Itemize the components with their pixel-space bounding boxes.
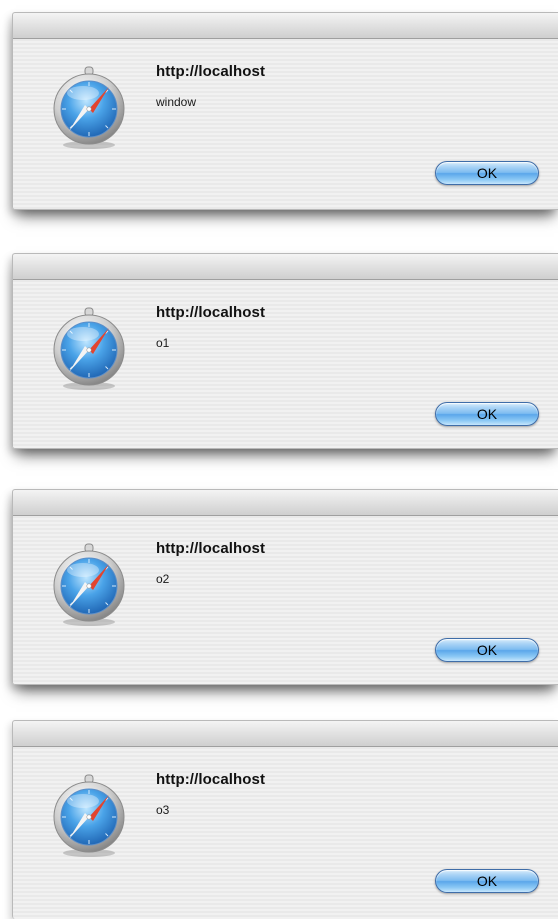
- safari-compass-icon: [53, 307, 125, 390]
- dialog-title: http://localhost: [156, 304, 266, 321]
- alert-dialog-o3: http://localhost o3 OK: [12, 720, 558, 919]
- dialog-message: o1: [156, 336, 170, 350]
- dialog-titlebar: [13, 254, 558, 280]
- dialog-titlebar: [13, 13, 558, 39]
- dialog-title: http://localhost: [156, 540, 266, 557]
- dialog-title: http://localhost: [156, 63, 266, 80]
- dialog-title: http://localhost: [156, 771, 266, 788]
- safari-compass-icon: [53, 543, 125, 626]
- alert-dialog-window: http://localhost window OK: [12, 12, 558, 210]
- dialog-message: o2: [156, 572, 170, 586]
- dialog-message: o3: [156, 803, 170, 817]
- alert-dialog-o1: http://localhost o1 OK: [12, 253, 558, 449]
- alert-dialog-o2: http://localhost o2 OK: [12, 489, 558, 685]
- safari-compass-icon: [53, 66, 125, 149]
- safari-compass-icon: [53, 774, 125, 857]
- dialog-titlebar: [13, 721, 558, 747]
- ok-button[interactable]: OK: [435, 161, 539, 185]
- dialog-message: window: [156, 95, 197, 109]
- ok-button[interactable]: OK: [435, 638, 539, 662]
- ok-button[interactable]: OK: [435, 869, 539, 893]
- dialog-stack: http://localhost window OK http://localh…: [0, 0, 558, 919]
- ok-button[interactable]: OK: [435, 402, 539, 426]
- dialog-titlebar: [13, 490, 558, 516]
